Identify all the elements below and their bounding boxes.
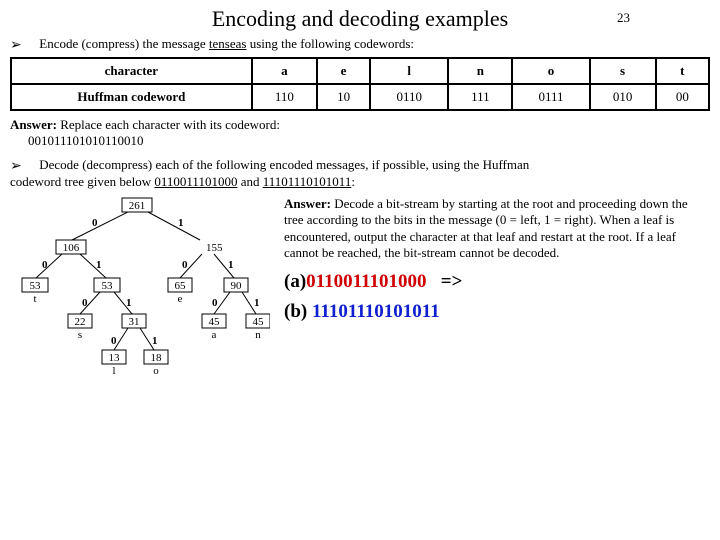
row-label: Huffman codeword	[11, 84, 252, 110]
svg-text:22: 22	[75, 316, 86, 328]
th-l: l	[370, 58, 448, 84]
svg-text:0: 0	[82, 297, 88, 309]
svg-text:18: 18	[151, 352, 163, 364]
svg-text:31: 31	[129, 316, 140, 328]
svg-text:a: a	[212, 329, 217, 341]
encode-word: tenseas	[209, 36, 247, 51]
table-header-row: character a e l n o s t	[11, 58, 709, 84]
bullet-icon: ➢	[10, 157, 36, 174]
svg-text:45: 45	[209, 316, 221, 328]
svg-text:45: 45	[253, 316, 265, 328]
result-a-bits: 0110011101000	[306, 271, 426, 292]
svg-text:106: 106	[63, 242, 80, 254]
encode-answer: Answer: Replace each character with its …	[10, 117, 710, 149]
page-number: 23	[617, 10, 630, 26]
th-t: t	[656, 58, 709, 84]
svg-text:90: 90	[231, 280, 243, 292]
svg-text:0: 0	[42, 259, 48, 271]
arrow-icon: =>	[441, 271, 463, 292]
svg-text:l: l	[112, 365, 115, 377]
result-b: (b) 11101110101011	[284, 301, 710, 323]
svg-text:1: 1	[254, 297, 260, 309]
svg-text:261: 261	[129, 200, 146, 212]
svg-text:53: 53	[102, 280, 114, 292]
code-t: 00	[656, 84, 709, 110]
code-s: 010	[590, 84, 656, 110]
encode-answer-bits: 001011101010110010	[28, 133, 144, 148]
svg-text:0: 0	[212, 297, 218, 309]
result-b-bits: 11101110101011	[312, 301, 440, 322]
svg-text:1: 1	[178, 217, 184, 229]
code-e: 10	[317, 84, 370, 110]
svg-text:t: t	[33, 293, 36, 305]
decode-answer-text: Answer: Decode a bit-stream by starting …	[284, 196, 710, 261]
decode-prompt: Decode (decompress) each of the followin…	[10, 157, 529, 189]
svg-text:1: 1	[152, 335, 158, 347]
svg-text:e: e	[178, 293, 183, 305]
bullet-icon: ➢	[10, 36, 36, 53]
svg-text:0: 0	[111, 335, 117, 347]
th-a: a	[252, 58, 317, 84]
table-row: Huffman codeword 110 10 0110 111 0111 01…	[11, 84, 709, 110]
th-s: s	[590, 58, 656, 84]
svg-text:53: 53	[30, 280, 42, 292]
svg-text:13: 13	[109, 352, 121, 364]
code-a: 110	[252, 84, 317, 110]
code-n: 111	[448, 84, 512, 110]
svg-text:1: 1	[126, 297, 132, 309]
th-o: o	[512, 58, 589, 84]
huffman-tree: 261 0 1 106 155 0 1 53 t 53 0 1	[10, 196, 270, 410]
codeword-table: character a e l n o s t Huffman codeword…	[10, 57, 710, 111]
encode-prompt: Encode (compress) the message tenseas us…	[39, 36, 414, 51]
th-n: n	[448, 58, 512, 84]
result-a: (a)0110011101000 =>	[284, 271, 710, 293]
code-o: 0111	[512, 84, 589, 110]
page-title: Encoding and decoding examples	[212, 6, 508, 31]
svg-text:1: 1	[96, 259, 102, 271]
svg-text:0: 0	[182, 259, 188, 271]
th-character: character	[11, 58, 252, 84]
svg-text:1: 1	[228, 259, 234, 271]
svg-text:n: n	[255, 329, 261, 341]
svg-text:0: 0	[92, 217, 98, 229]
svg-text:65: 65	[175, 280, 187, 292]
svg-text:155: 155	[206, 242, 223, 254]
svg-text:s: s	[78, 329, 82, 341]
svg-text:o: o	[153, 365, 159, 377]
th-e: e	[317, 58, 370, 84]
code-l: 0110	[370, 84, 448, 110]
